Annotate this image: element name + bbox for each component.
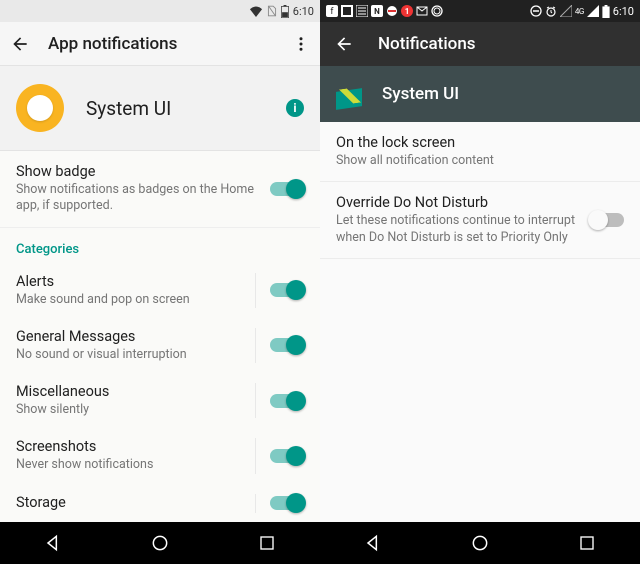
app-name: System UI — [382, 84, 459, 104]
sim-icon — [267, 5, 277, 17]
app-name: System UI — [86, 97, 264, 120]
category-title: Screenshots — [16, 438, 241, 455]
override-subtitle: Let these notifications continue to inte… — [336, 213, 580, 246]
appbar-title: App notifications — [48, 34, 274, 54]
battery-icon — [281, 5, 289, 18]
network-label: 4G — [575, 7, 584, 16]
lockscreen-title: On the lock screen — [336, 134, 624, 151]
category-row-screenshots[interactable]: Screenshots Never show notifications — [0, 428, 320, 483]
notif-icon — [416, 5, 428, 17]
lockscreen-row[interactable]: On the lock screen Show all notification… — [320, 122, 640, 182]
status-bar: 6:10 — [0, 0, 320, 22]
notif-icon — [386, 5, 398, 17]
signal-icon — [560, 5, 572, 17]
category-row-misc[interactable]: Miscellaneous Show silently — [0, 373, 320, 428]
notif-icon: 1 — [401, 5, 413, 17]
back-icon[interactable] — [10, 34, 30, 54]
nav-recent-icon[interactable] — [557, 534, 617, 552]
notif-icon: f — [326, 5, 338, 17]
override-dnd-row[interactable]: Override Do Not Disturb Let these notifi… — [320, 182, 640, 259]
info-icon[interactable]: i — [286, 99, 304, 117]
nav-back-icon[interactable] — [23, 533, 83, 553]
notif-icon: N — [371, 5, 383, 17]
app-icon — [336, 80, 364, 108]
app-header: System UI — [320, 66, 640, 122]
content-area: Show badge Show notifications as badges … — [0, 151, 320, 522]
notif-icon — [431, 5, 443, 17]
categories-label: Categories — [0, 228, 320, 263]
category-toggle[interactable] — [270, 496, 304, 510]
show-badge-title: Show badge — [16, 163, 260, 180]
category-row-storage[interactable]: Storage — [0, 484, 320, 523]
phone-left: 6:10 App notifications System UI i Show … — [0, 0, 320, 564]
show-badge-toggle[interactable] — [270, 182, 304, 196]
overflow-menu-icon[interactable] — [292, 35, 310, 53]
category-subtitle: Never show notifications — [16, 457, 241, 473]
category-toggle[interactable] — [270, 394, 304, 408]
notif-icon — [341, 5, 353, 17]
svg-text:N: N — [374, 7, 380, 16]
dnd-icon — [530, 5, 542, 17]
status-time: 6:10 — [613, 5, 634, 18]
nav-recent-icon[interactable] — [237, 534, 297, 552]
status-time: 6:10 — [293, 5, 314, 18]
alarm-icon — [545, 5, 557, 17]
category-row-general[interactable]: General Messages No sound or visual inte… — [0, 318, 320, 373]
divider — [255, 494, 256, 513]
category-row-alerts[interactable]: Alerts Make sound and pop on screen — [0, 263, 320, 318]
content-area: On the lock screen Show all notification… — [320, 122, 640, 522]
category-title: Miscellaneous — [16, 383, 241, 400]
svg-text:1: 1 — [405, 7, 410, 16]
category-title: Storage — [16, 494, 241, 511]
divider — [255, 383, 256, 418]
divider — [255, 438, 256, 473]
appbar-title: Notifications — [378, 34, 476, 54]
category-title: Alerts — [16, 273, 241, 290]
phone-right: f N 1 4G 6:10 Notifications System UI On… — [320, 0, 640, 564]
show-badge-row[interactable]: Show badge Show notifications as badges … — [0, 151, 320, 228]
notif-icon — [356, 5, 368, 17]
signal-icon — [587, 5, 599, 17]
nav-back-icon[interactable] — [343, 533, 403, 553]
nav-bar — [0, 522, 320, 564]
app-icon — [16, 84, 64, 132]
nav-home-icon[interactable] — [130, 533, 190, 553]
category-toggle[interactable] — [270, 449, 304, 463]
category-toggle[interactable] — [270, 283, 304, 297]
category-toggle[interactable] — [270, 338, 304, 352]
category-title: General Messages — [16, 328, 241, 345]
lockscreen-subtitle: Show all notification content — [336, 153, 624, 169]
app-bar: Notifications — [320, 22, 640, 66]
override-title: Override Do Not Disturb — [336, 194, 580, 211]
app-bar: App notifications — [0, 22, 320, 66]
override-toggle[interactable] — [590, 213, 624, 227]
app-header: System UI i — [0, 66, 320, 151]
divider — [255, 328, 256, 363]
category-subtitle: No sound or visual interruption — [16, 347, 241, 363]
back-icon[interactable] — [334, 34, 354, 54]
nav-bar — [320, 522, 640, 564]
show-badge-subtitle: Show notifications as badges on the Home… — [16, 182, 260, 215]
battery-icon — [602, 5, 610, 18]
category-subtitle: Show silently — [16, 402, 241, 418]
category-subtitle: Make sound and pop on screen — [16, 292, 241, 308]
nav-home-icon[interactable] — [450, 533, 510, 553]
divider — [255, 273, 256, 308]
wifi-icon — [249, 6, 263, 17]
status-bar: f N 1 4G 6:10 — [320, 0, 640, 22]
